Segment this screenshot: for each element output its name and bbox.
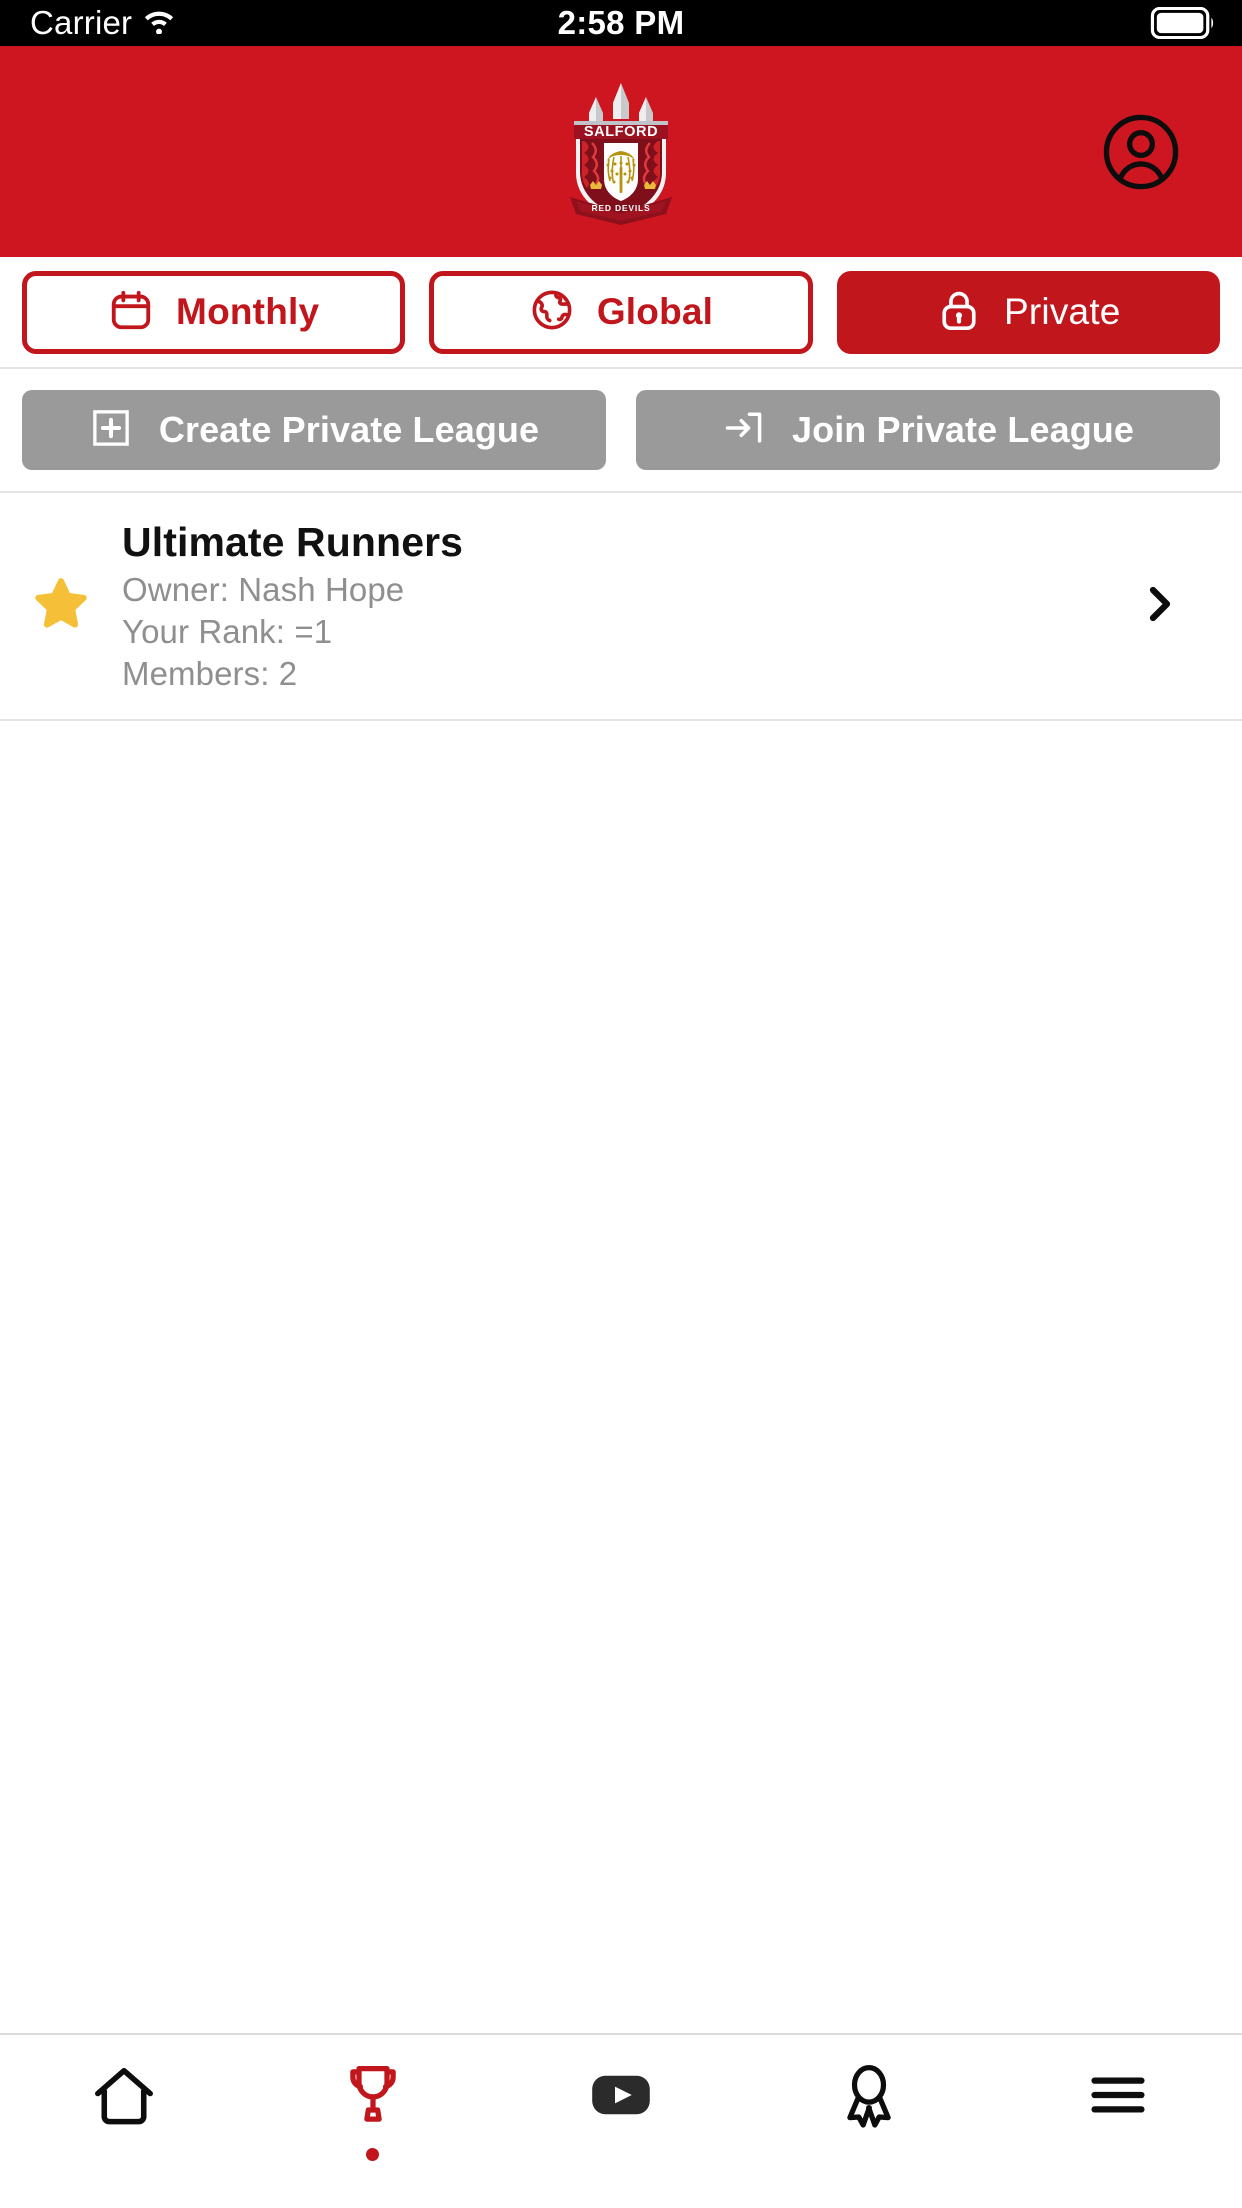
bottom-navigation xyxy=(0,2033,1242,2208)
plus-square-icon xyxy=(89,406,133,455)
nav-item-videos[interactable] xyxy=(497,2059,745,2208)
league-owner: Owner: Nash Hope xyxy=(122,570,405,608)
app-screen: Carrier 2:58 PM SALFORD RED DEVILS Month… xyxy=(0,0,1242,2208)
globe-icon xyxy=(529,287,575,338)
create-private-league-button[interactable]: Create Private League xyxy=(22,390,606,470)
nav-item-rewards[interactable] xyxy=(745,2059,993,2208)
league-info: Ultimate Runners Owner: Nash Hope Your R… xyxy=(122,516,1112,695)
nav-item-menu[interactable] xyxy=(994,2059,1242,2208)
star-icon xyxy=(29,573,93,640)
svg-text:RED DEVILS: RED DEVILS xyxy=(591,203,650,213)
tab-monthly-label: Monthly xyxy=(176,291,320,332)
club-crest-logo: SALFORD RED DEVILS xyxy=(562,81,680,226)
calendar-icon xyxy=(108,287,154,338)
award-ribbon-icon xyxy=(832,2059,906,2138)
clock-label: 2:58 PM xyxy=(557,4,685,41)
nav-item-home[interactable] xyxy=(0,2059,248,2208)
trophy-icon xyxy=(338,2059,408,2134)
home-icon xyxy=(87,2059,161,2138)
tab-global-label: Global xyxy=(596,291,714,332)
user-circle-icon xyxy=(1102,114,1180,195)
private-league-list: Ultimate Runners Owner: Nash Hope Your R… xyxy=(0,493,1242,721)
play-video-icon xyxy=(585,2059,657,2136)
join-private-league-label: Join Private League xyxy=(791,409,1135,450)
status-bar: Carrier 2:58 PM xyxy=(0,0,1242,46)
league-actions: Create Private League Join Private Leagu… xyxy=(0,367,1242,493)
lock-icon xyxy=(936,287,982,338)
list-item[interactable]: Ultimate Runners Owner: Nash Hope Your R… xyxy=(0,493,1242,721)
content-empty-area xyxy=(0,721,1242,2033)
tab-monthly[interactable]: Monthly xyxy=(22,270,406,354)
profile-button[interactable] xyxy=(1102,113,1180,191)
nav-active-dot xyxy=(366,2148,380,2161)
league-members: Members: 2 xyxy=(122,655,298,693)
tab-private[interactable]: Private xyxy=(836,270,1220,354)
league-your-rank: Your Rank: =1 xyxy=(122,613,333,651)
svg-text:SALFORD: SALFORD xyxy=(584,124,658,140)
league-name: Ultimate Runners xyxy=(122,519,464,566)
hamburger-menu-icon xyxy=(1082,2059,1154,2136)
favourite-star-cell[interactable] xyxy=(0,573,122,640)
tab-private-label: Private xyxy=(1004,291,1121,332)
join-private-league-button[interactable]: Join Private League xyxy=(636,390,1220,470)
login-arrow-icon xyxy=(722,406,766,455)
chevron-right-icon xyxy=(1135,580,1183,633)
create-private-league-label: Create Private League xyxy=(158,409,540,450)
league-open-cell[interactable] xyxy=(1112,580,1206,633)
nav-item-leaderboard[interactable] xyxy=(248,2059,496,2208)
tab-global[interactable]: Global xyxy=(429,270,813,354)
leaderboard-tabs: Monthly Global Private xyxy=(0,257,1242,367)
app-header: SALFORD RED DEVILS xyxy=(0,46,1242,257)
